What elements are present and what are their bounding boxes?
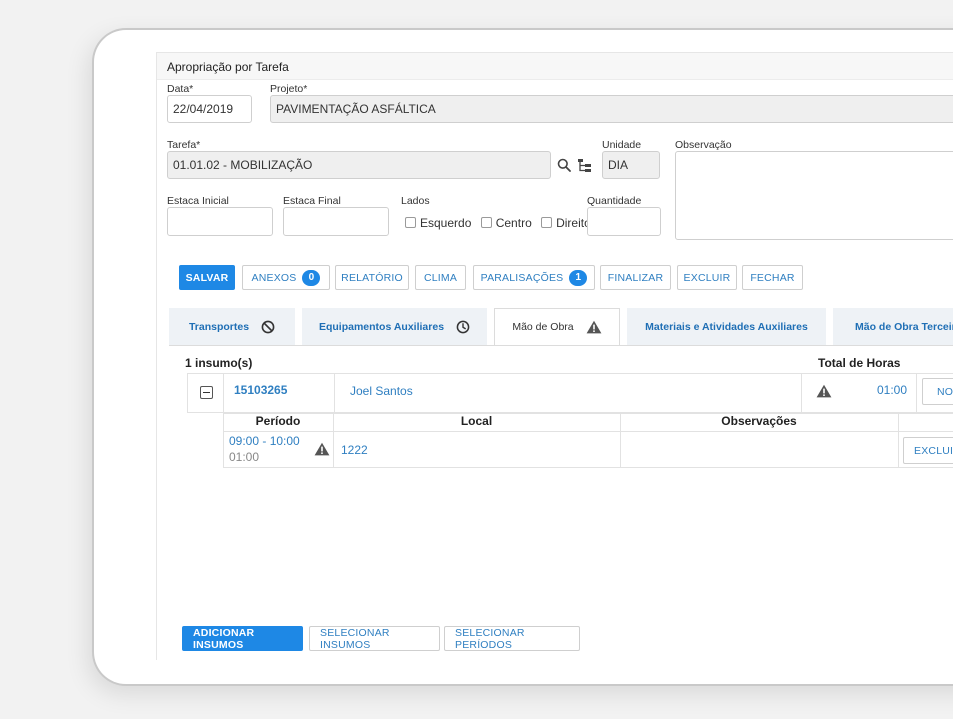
quantidade-input[interactable] bbox=[587, 207, 661, 236]
data-label: Data* bbox=[167, 83, 194, 95]
row-divider bbox=[334, 373, 335, 413]
clima-button[interactable]: CLIMA bbox=[415, 265, 466, 290]
tarefa-input[interactable]: 01.01.02 - MOBILIZAÇÃO bbox=[167, 151, 551, 179]
projeto-input[interactable]: PAVIMENTAÇÃO ASFÁLTICA bbox=[270, 95, 953, 123]
estaca-final-label: Estaca Final bbox=[283, 195, 341, 207]
periodo-range[interactable]: 09:00 - 10:00 bbox=[229, 434, 300, 448]
insumo-total-horas: 01:00 bbox=[877, 383, 908, 397]
selecionar-insumos-button[interactable]: SELECIONAR INSUMOS bbox=[309, 626, 440, 651]
tab-transportes-label: Transportes bbox=[188, 320, 250, 333]
search-icon[interactable] bbox=[555, 156, 573, 174]
tab-mao-de-obra-label: Mão de Obra bbox=[512, 321, 574, 333]
insumo-row bbox=[187, 373, 953, 413]
lados-group: Esquerdo Centro Direito bbox=[405, 216, 597, 230]
tarefa-label: Tarefa* bbox=[167, 139, 201, 151]
local-header: Local bbox=[460, 414, 493, 428]
app-screen: Apropriação por Tarefa Data* 22/04/2019 … bbox=[156, 52, 953, 660]
insumos-count: 1 insumo(s) bbox=[185, 356, 253, 370]
estaca-inicial-input[interactable] bbox=[167, 207, 273, 236]
row-divider bbox=[801, 373, 802, 413]
tree-icon[interactable] bbox=[575, 156, 593, 174]
ban-icon bbox=[261, 320, 275, 334]
adicionar-insumos-button[interactable]: ADICIONAR INSUMOS bbox=[182, 626, 303, 651]
tab-mao-de-obra[interactable]: Mão de Obra bbox=[494, 308, 620, 346]
observacao-textarea[interactable] bbox=[675, 151, 953, 240]
estaca-inicial-label: Estaca Inicial bbox=[167, 195, 229, 207]
window-title: Apropriação por Tarefa bbox=[157, 53, 953, 80]
observacao-label: Observação bbox=[675, 139, 732, 151]
row-divider bbox=[916, 373, 917, 413]
tab-materiais-atividades[interactable]: Materiais e Atividades Auxiliares bbox=[627, 308, 826, 345]
warning-icon bbox=[314, 442, 330, 459]
observacoes-header: Observações bbox=[721, 414, 797, 428]
excluir-button[interactable]: EXCLUIR bbox=[677, 265, 737, 290]
fechar-button[interactable]: FECHAR bbox=[742, 265, 803, 290]
insumo-name[interactable]: Joel Santos bbox=[350, 384, 413, 398]
excluir-periodo-button[interactable]: EXCLUIR bbox=[903, 437, 953, 464]
direito-checkbox[interactable] bbox=[541, 217, 553, 228]
tab-divider bbox=[169, 345, 953, 346]
selecionar-periodos-button[interactable]: SELECIONAR PERÍODOS bbox=[444, 626, 580, 651]
anexos-count-badge: 0 bbox=[302, 269, 321, 286]
total-horas-header: Total de Horas bbox=[818, 356, 901, 370]
collapse-icon[interactable] bbox=[200, 386, 213, 399]
periodo-local[interactable]: 1222 bbox=[341, 443, 368, 457]
centro-label: Centro bbox=[495, 216, 532, 230]
tab-equipamentos-auxiliares[interactable]: Equipamentos Auxiliares bbox=[302, 308, 487, 345]
tab-mao-de-obra-terceiro[interactable]: Mão de Obra Terceiro bbox=[833, 308, 953, 345]
tab-transportes[interactable]: Transportes bbox=[169, 308, 295, 345]
paralisacoes-button[interactable]: PARALISAÇÕES 1 bbox=[473, 265, 595, 290]
anexos-button[interactable]: ANEXOS 0 bbox=[242, 265, 330, 290]
tab-terceiro-label: Mão de Obra Terceiro bbox=[855, 320, 953, 333]
unidade-label: Unidade bbox=[602, 139, 642, 151]
salvar-button[interactable]: SALVAR bbox=[179, 265, 235, 290]
lados-label: Lados bbox=[401, 195, 430, 207]
col-divider bbox=[898, 413, 899, 468]
esquerdo-checkbox[interactable] bbox=[405, 217, 416, 228]
unidade-input: DIA bbox=[602, 151, 660, 179]
periodo-header: Período bbox=[255, 414, 301, 428]
centro-checkbox[interactable] bbox=[480, 217, 492, 228]
quantidade-label: Quantidade bbox=[587, 195, 642, 207]
row-divider bbox=[223, 373, 224, 413]
projeto-label: Projeto* bbox=[270, 83, 308, 95]
anexos-label: ANEXOS bbox=[251, 271, 297, 284]
novo-periodo-button[interactable]: NOVO bbox=[922, 378, 953, 405]
relatorio-button[interactable]: RELATÓRIO bbox=[335, 265, 409, 290]
data-input[interactable]: 22/04/2019 bbox=[167, 95, 252, 123]
tab-equipamentos-label: Equipamentos Auxiliares bbox=[318, 320, 445, 333]
tab-materiais-label: Materiais e Atividades Auxiliares bbox=[645, 320, 808, 333]
clock-icon bbox=[456, 320, 470, 334]
periodo-duracao: 01:00 bbox=[229, 450, 260, 464]
insumo-code[interactable]: 15103265 bbox=[234, 383, 287, 397]
finalizar-button[interactable]: FINALIZAR bbox=[600, 265, 671, 290]
warning-icon bbox=[586, 320, 602, 334]
warning-icon bbox=[816, 384, 832, 401]
paralisacoes-count-badge: 1 bbox=[569, 269, 588, 286]
esquerdo-label: Esquerdo bbox=[420, 216, 472, 230]
direito-label: Direito bbox=[556, 216, 591, 230]
paralisacoes-label: PARALISAÇÕES bbox=[480, 271, 564, 284]
estaca-final-input[interactable] bbox=[283, 207, 389, 236]
